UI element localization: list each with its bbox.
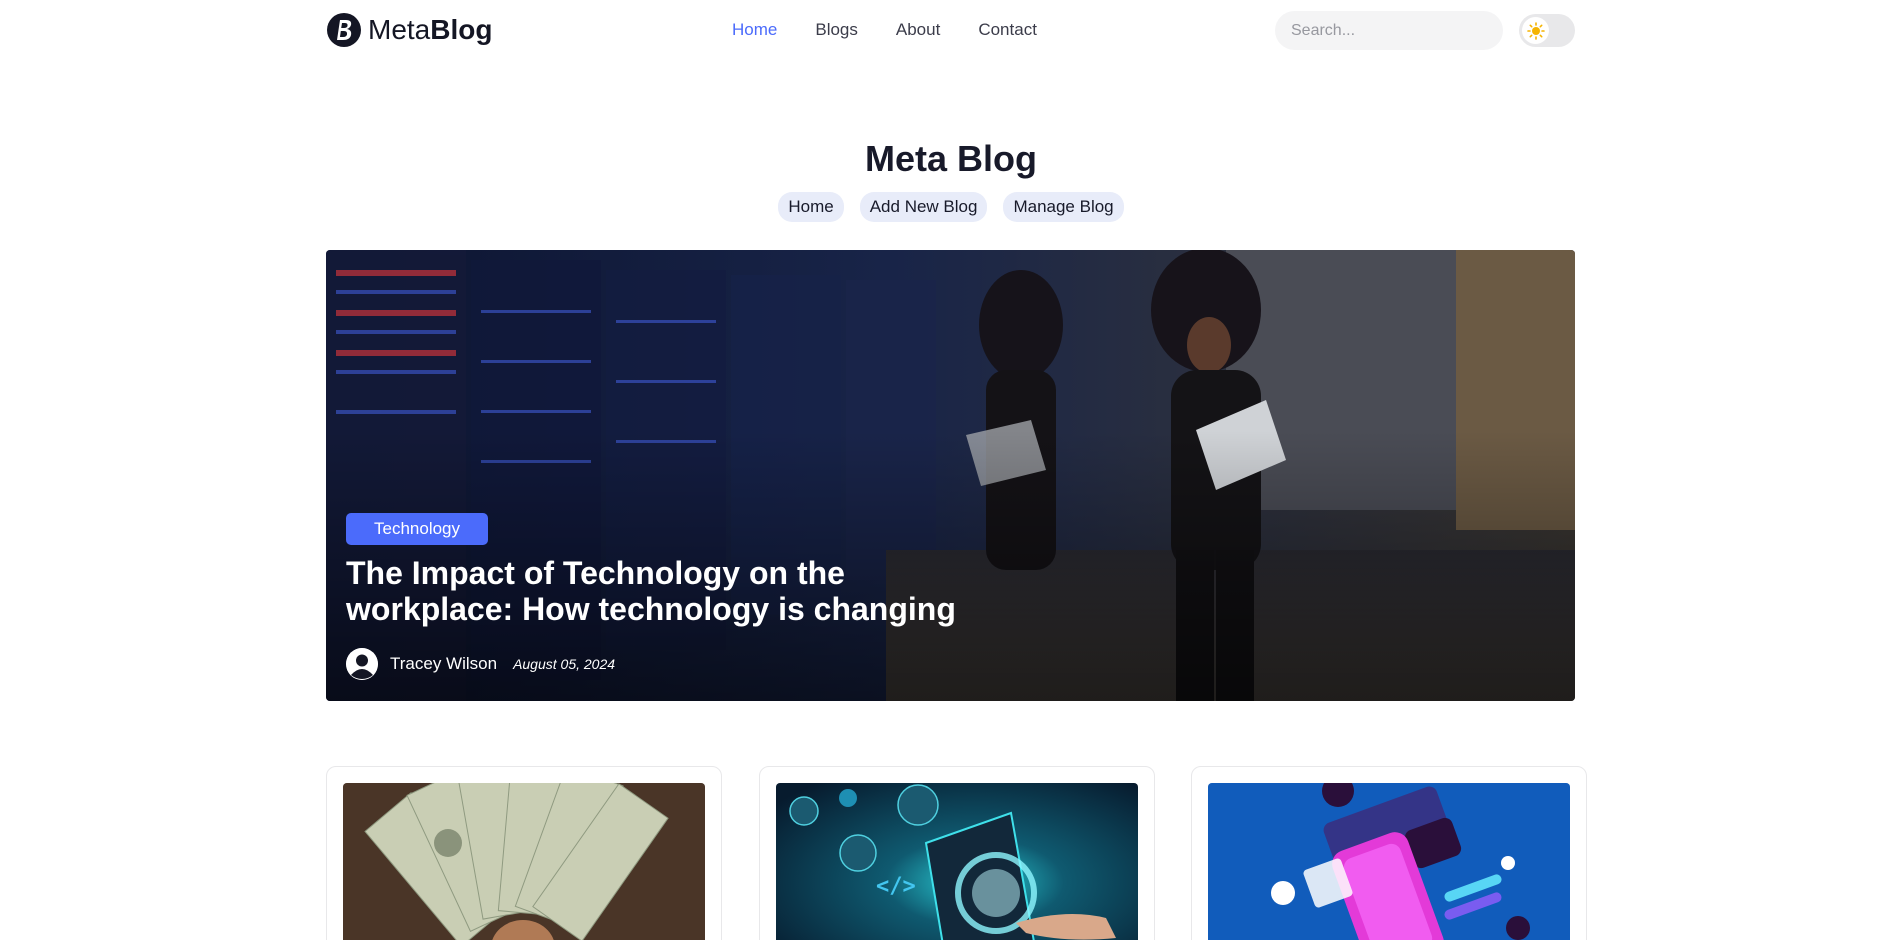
nav-link-home[interactable]: Home: [732, 20, 777, 40]
logo-text-light: Meta: [368, 14, 431, 45]
card-image: </>: [776, 783, 1138, 940]
author-name[interactable]: Tracey Wilson: [390, 654, 497, 674]
nav-link-about[interactable]: About: [896, 20, 940, 40]
toggle-knob: [1522, 17, 1549, 44]
post-date: August 05, 2024: [513, 656, 616, 672]
logo-text: MetaBlog: [368, 12, 492, 48]
logo-icon: [327, 13, 361, 47]
money-fan-image: [343, 783, 705, 940]
blog-card[interactable]: [326, 766, 722, 940]
breadcrumb: Home Add New Blog Manage Blog: [0, 192, 1902, 222]
nav-link-contact[interactable]: Contact: [978, 20, 1037, 40]
card-image: [1208, 783, 1570, 940]
search-input[interactable]: [1291, 21, 1498, 40]
blog-card[interactable]: </>: [759, 766, 1155, 940]
blog-card[interactable]: [1191, 766, 1587, 940]
featured-post-image: [326, 250, 1575, 701]
svg-text:</>: </>: [876, 874, 916, 899]
author-avatar: [346, 648, 378, 680]
search-box: [1275, 11, 1503, 50]
breadcrumb-home[interactable]: Home: [778, 192, 844, 222]
page-title: Meta Blog: [864, 138, 1037, 179]
user-icon: [346, 648, 378, 680]
sun-icon: [1526, 21, 1545, 40]
category-badge[interactable]: Technology: [346, 513, 489, 545]
logo-text-bold: Blog: [430, 14, 493, 45]
featured-post[interactable]: Technology The Impact of Technology on t…: [326, 250, 1575, 701]
featured-post-title[interactable]: The Impact of Technology on the workplac…: [346, 555, 986, 627]
theme-toggle[interactable]: [1519, 14, 1575, 47]
card-image: [343, 783, 705, 940]
breadcrumb-manage-blog[interactable]: Manage Blog: [1003, 192, 1124, 222]
main-nav: Home Blogs About Contact: [732, 20, 1075, 40]
site-logo[interactable]: MetaBlog: [326, 11, 492, 49]
site-header: MetaBlog Home Blogs About Contact: [0, 0, 1902, 60]
web-development-image: </>: [776, 783, 1138, 940]
breadcrumb-add-new-blog[interactable]: Add New Blog: [859, 192, 988, 222]
post-meta: Tracey Wilson August 05, 2024: [346, 648, 615, 680]
ui-ux-phone-image: [1208, 783, 1570, 940]
nav-link-blogs[interactable]: Blogs: [815, 20, 858, 40]
